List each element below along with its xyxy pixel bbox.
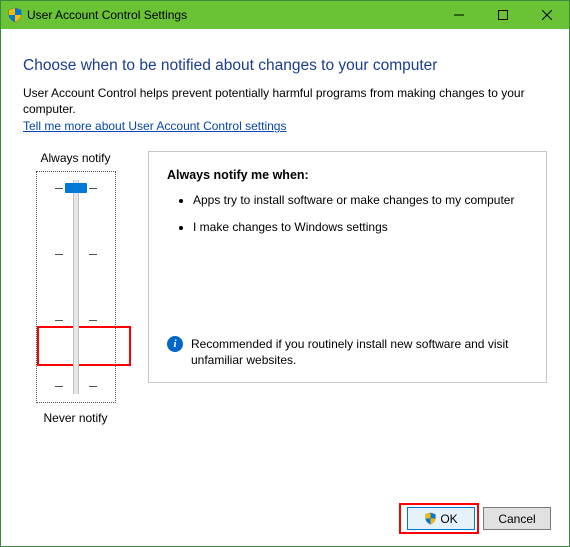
slider-bottom-label: Never notify — [23, 411, 128, 425]
shield-icon — [7, 7, 23, 23]
help-link[interactable]: Tell me more about User Account Control … — [23, 119, 547, 133]
recommendation-text: Recommended if you routinely install new… — [191, 336, 528, 368]
titlebar: User Account Control Settings — [1, 1, 569, 29]
window-title: User Account Control Settings — [23, 8, 437, 22]
slider-top-label: Always notify — [23, 151, 128, 165]
footer: OK Cancel — [1, 493, 569, 546]
page-heading: Choose when to be notified about changes… — [23, 57, 547, 75]
detail-title: Always notify me when: — [167, 168, 528, 182]
detail-bullet: Apps try to install software or make cha… — [193, 192, 528, 208]
uac-slider[interactable] — [36, 171, 116, 403]
content-area: Choose when to be notified about changes… — [1, 29, 569, 493]
page-description: User Account Control helps prevent poten… — [23, 85, 547, 117]
close-button[interactable] — [525, 1, 569, 29]
info-icon: i — [167, 336, 183, 352]
minimize-button[interactable] — [437, 1, 481, 29]
ok-button-label: OK — [440, 512, 457, 526]
maximize-button[interactable] — [481, 1, 525, 29]
shield-icon — [424, 512, 437, 525]
cancel-button-label: Cancel — [498, 512, 535, 526]
detail-panel: Always notify me when: Apps try to insta… — [148, 151, 547, 383]
detail-list: Apps try to install software or make cha… — [175, 192, 528, 244]
slider-thumb[interactable] — [65, 183, 87, 193]
ok-button[interactable]: OK — [407, 507, 475, 530]
slider-column: Always notify Never notify — [23, 151, 128, 425]
detail-bullet: I make changes to Windows settings — [193, 219, 528, 235]
cancel-button[interactable]: Cancel — [483, 507, 551, 530]
